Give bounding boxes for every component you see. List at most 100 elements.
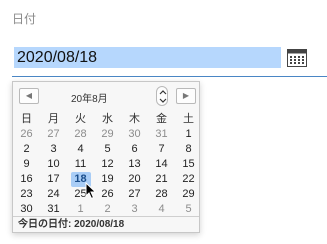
calendar-day[interactable]: 8 xyxy=(175,142,202,157)
day-number: 4 xyxy=(77,143,84,155)
month-label: 20年8月 xyxy=(71,94,108,105)
calendar-day[interactable]: 14 xyxy=(148,157,175,172)
day-number: 5 xyxy=(185,203,192,215)
prev-month-button[interactable]: ◀ xyxy=(19,88,39,104)
date-input[interactable] xyxy=(14,47,281,68)
day-number: 14 xyxy=(155,158,168,170)
day-number: 24 xyxy=(47,188,60,200)
mouse-pointer-icon xyxy=(85,182,97,200)
date-field-underline xyxy=(12,76,327,77)
calendar-day[interactable]: 5 xyxy=(94,142,121,157)
day-number: 5 xyxy=(104,143,111,155)
month-stepper[interactable] xyxy=(156,86,168,106)
day-number: 19 xyxy=(101,173,114,185)
calendar-day[interactable]: 1 xyxy=(175,127,202,142)
calendar-day[interactable]: 16 xyxy=(13,172,40,187)
day-number: 2 xyxy=(104,203,111,215)
day-number: 20 xyxy=(128,173,141,185)
calendar-day[interactable]: 23 xyxy=(13,187,40,202)
calendar-day[interactable]: 30 xyxy=(121,127,148,142)
calendar-day[interactable]: 6 xyxy=(121,142,148,157)
calendar-day[interactable]: 11 xyxy=(67,157,94,172)
calendar-day[interactable]: 5 xyxy=(175,202,202,217)
weekday-label: 火 xyxy=(75,113,86,125)
day-number: 1 xyxy=(77,203,84,215)
day-number: 31 xyxy=(47,203,60,215)
day-number: 26 xyxy=(101,188,114,200)
day-number: 22 xyxy=(182,173,195,185)
day-number: 13 xyxy=(128,158,141,170)
calendar-week-row: 26 27 28 29 30 31 1 xyxy=(13,127,202,142)
calendar-day[interactable]: 9 xyxy=(13,157,40,172)
calendar-day[interactable]: 10 xyxy=(40,157,67,172)
calendar-button[interactable] xyxy=(282,44,312,72)
calendar-day[interactable]: 28 xyxy=(67,127,94,142)
day-number: 11 xyxy=(74,158,87,170)
calendar-day[interactable]: 12 xyxy=(94,157,121,172)
weekday-label: 土 xyxy=(183,113,194,125)
next-month-button[interactable]: ▶ xyxy=(176,88,196,104)
day-number: 7 xyxy=(158,143,165,155)
day-number: 12 xyxy=(101,158,114,170)
day-number: 9 xyxy=(23,158,30,170)
calendar-day[interactable]: 22 xyxy=(175,172,202,187)
calendar-icon xyxy=(287,49,307,67)
date-picker-popup: ◀ 20年8月 ▶ 日月火水木金土 26 27 28 29 30 31 1 2 3 4 5 6 7 8 9 1… xyxy=(12,81,200,233)
calendar-day[interactable]: 17 xyxy=(40,172,67,187)
calendar-day[interactable]: 2 xyxy=(94,202,121,217)
stepper-chevrons-icon xyxy=(159,90,167,103)
calendar-day[interactable]: 24 xyxy=(40,187,67,202)
day-number: 16 xyxy=(20,173,33,185)
calendar-day[interactable]: 7 xyxy=(148,142,175,157)
day-number: 10 xyxy=(47,158,60,170)
calendar-day[interactable]: 1 xyxy=(67,202,94,217)
date-field-label: 日付 xyxy=(12,12,37,26)
calendar-day[interactable]: 21 xyxy=(148,172,175,187)
calendar-day[interactable]: 4 xyxy=(67,142,94,157)
weekday-label: 木 xyxy=(129,113,140,125)
calendar-day[interactable]: 29 xyxy=(175,187,202,202)
calendar-day[interactable]: 31 xyxy=(148,127,175,142)
calendar-week-row: 2 3 4 5 6 7 8 xyxy=(13,142,202,157)
day-number: 27 xyxy=(128,188,141,200)
day-number: 4 xyxy=(158,203,165,215)
day-number: 3 xyxy=(50,143,57,155)
calendar-day[interactable]: 29 xyxy=(94,127,121,142)
today-footer[interactable]: 今日の日付: 2020/08/18 xyxy=(13,216,199,232)
calendar-week-row: 9 10 11 12 13 14 15 xyxy=(13,157,202,172)
triangle-right-icon: ▶ xyxy=(182,91,190,100)
calendar-day[interactable]: 3 xyxy=(121,202,148,217)
calendar-day[interactable]: 27 xyxy=(121,187,148,202)
day-number: 30 xyxy=(128,128,141,140)
weekday-label: 日 xyxy=(21,113,32,125)
calendar-day[interactable]: 2 xyxy=(13,142,40,157)
calendar-day[interactable]: 4 xyxy=(148,202,175,217)
day-number: 31 xyxy=(155,128,168,140)
calendar-day[interactable]: 26 xyxy=(94,187,121,202)
triangle-left-icon: ◀ xyxy=(25,91,33,100)
day-number: 6 xyxy=(131,143,138,155)
day-number: 29 xyxy=(182,188,195,200)
calendar-week-row: 30 31 1 2 3 4 5 xyxy=(13,202,202,217)
calendar-day[interactable]: 28 xyxy=(148,187,175,202)
weekday-header-row: 日月火水木金土 xyxy=(13,112,202,127)
day-number: 3 xyxy=(131,203,138,215)
calendar-day[interactable]: 13 xyxy=(121,157,148,172)
calendar-day[interactable]: 30 xyxy=(13,202,40,217)
calendar-day[interactable]: 20 xyxy=(121,172,148,187)
calendar-day[interactable]: 26 xyxy=(13,127,40,142)
calendar-week-row: 23 24 25 26 27 28 29 xyxy=(13,187,202,202)
calendar-day[interactable]: 31 xyxy=(40,202,67,217)
day-number: 26 xyxy=(20,128,33,140)
weekday-label: 水 xyxy=(102,113,113,125)
weekday-label: 月 xyxy=(48,113,59,125)
day-number: 8 xyxy=(185,143,192,155)
calendar-day[interactable]: 3 xyxy=(40,142,67,157)
day-number: 30 xyxy=(20,203,33,215)
calendar-day[interactable]: 27 xyxy=(40,127,67,142)
calendar-day[interactable]: 19 xyxy=(94,172,121,187)
day-number: 29 xyxy=(101,128,114,140)
calendar-week-row: 16 17 18 19 20 21 22 xyxy=(13,172,202,187)
calendar-day[interactable]: 15 xyxy=(175,157,202,172)
day-number: 23 xyxy=(20,188,33,200)
